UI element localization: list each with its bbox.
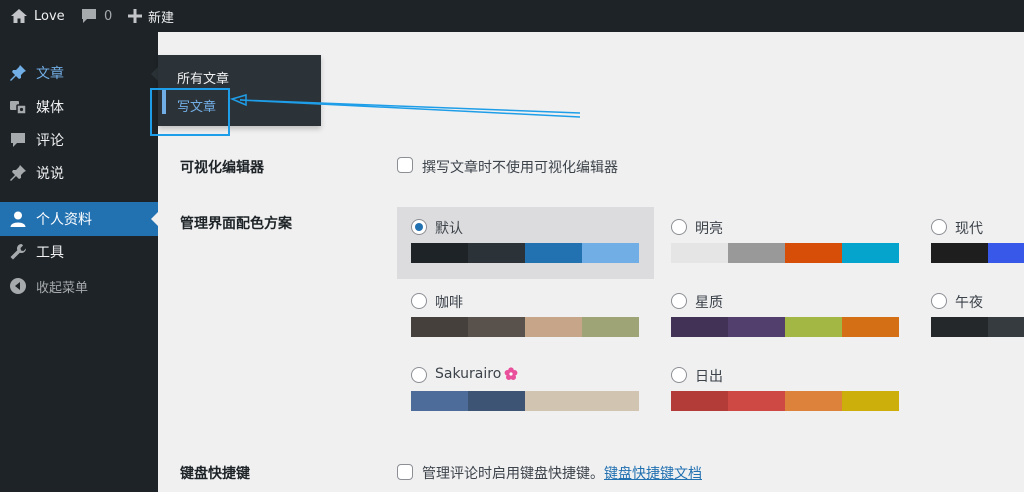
swatch	[931, 317, 988, 337]
scheme-swatches	[671, 317, 899, 337]
swatch	[411, 391, 468, 411]
scheme-radio[interactable]	[411, 219, 427, 235]
scheme-radio[interactable]	[411, 293, 427, 309]
scheme-swatches	[411, 391, 639, 411]
scheme-swatches	[411, 243, 639, 263]
scheme-name: 午夜	[955, 295, 983, 311]
scheme-swatches	[671, 243, 899, 263]
scheme-radio[interactable]	[931, 219, 947, 235]
swatch	[842, 317, 899, 337]
keyboard-shortcuts-checkbox[interactable]	[397, 464, 413, 480]
swatch	[525, 243, 582, 263]
keyboard-shortcuts-label: 键盘快捷键	[180, 466, 250, 482]
swatch	[988, 317, 1024, 337]
scheme-name: 现代	[955, 221, 983, 237]
color-scheme-label: 管理界面配色方案	[180, 216, 292, 232]
scheme-radio[interactable]	[671, 219, 687, 235]
swatch	[582, 317, 639, 337]
scheme-swatches	[671, 391, 899, 411]
swatch	[468, 317, 525, 337]
color-scheme-option-light[interactable]: 明亮	[657, 207, 914, 279]
scheme-name: 默认	[435, 221, 463, 237]
swatch	[671, 243, 728, 263]
sakura-flower-icon	[504, 367, 518, 381]
scheme-radio[interactable]	[671, 293, 687, 309]
keyboard-shortcuts-option-text: 管理评论时启用键盘快捷键。	[422, 466, 604, 482]
swatch	[468, 243, 525, 263]
swatch	[411, 317, 468, 337]
scheme-swatches	[931, 243, 1024, 263]
disable-visual-editor-checkbox[interactable]	[397, 157, 413, 173]
swatch	[785, 317, 842, 337]
swatch	[671, 391, 728, 411]
scheme-name: 咖啡	[435, 295, 463, 311]
swatch	[582, 243, 639, 263]
swatch	[671, 317, 728, 337]
color-scheme-option-coffee[interactable]: 咖啡	[397, 281, 654, 353]
visual-editor-option-text: 撰写文章时不使用可视化编辑器	[422, 160, 618, 176]
swatch	[728, 391, 785, 411]
swatch	[728, 243, 785, 263]
swatch	[842, 391, 899, 411]
visual-editor-label: 可视化编辑器	[180, 160, 264, 176]
color-scheme-option-midnight[interactable]: 午夜	[917, 281, 1024, 353]
swatch	[411, 243, 468, 263]
scheme-name-text: Sakurairo	[435, 366, 502, 382]
swatch	[785, 391, 842, 411]
swatch	[525, 317, 582, 337]
swatch	[525, 391, 639, 411]
color-scheme-option-ectoplasm[interactable]: 星质	[657, 281, 914, 353]
swatch	[468, 391, 525, 411]
scheme-name: Sakurairo	[435, 366, 518, 382]
swatch	[842, 243, 899, 263]
scheme-name: 日出	[695, 369, 723, 385]
swatch	[931, 243, 988, 263]
swatch	[728, 317, 785, 337]
swatch	[785, 243, 842, 263]
color-scheme-option-default[interactable]: 默认	[397, 207, 654, 279]
scheme-name: 星质	[695, 295, 723, 311]
swatch	[988, 243, 1024, 263]
color-scheme-option-sunrise[interactable]: 日出	[657, 355, 914, 427]
scheme-name: 明亮	[695, 221, 723, 237]
color-scheme-option-sakurairo[interactable]: Sakurairo	[397, 355, 654, 427]
scheme-swatches	[411, 317, 639, 337]
scheme-radio[interactable]	[931, 293, 947, 309]
keyboard-shortcuts-doc-link[interactable]: 键盘快捷键文档	[604, 463, 702, 483]
scheme-swatches	[931, 317, 1024, 337]
scheme-radio[interactable]	[671, 367, 687, 383]
scheme-radio[interactable]	[411, 367, 427, 383]
color-scheme-option-modern[interactable]: 现代	[917, 207, 1024, 279]
